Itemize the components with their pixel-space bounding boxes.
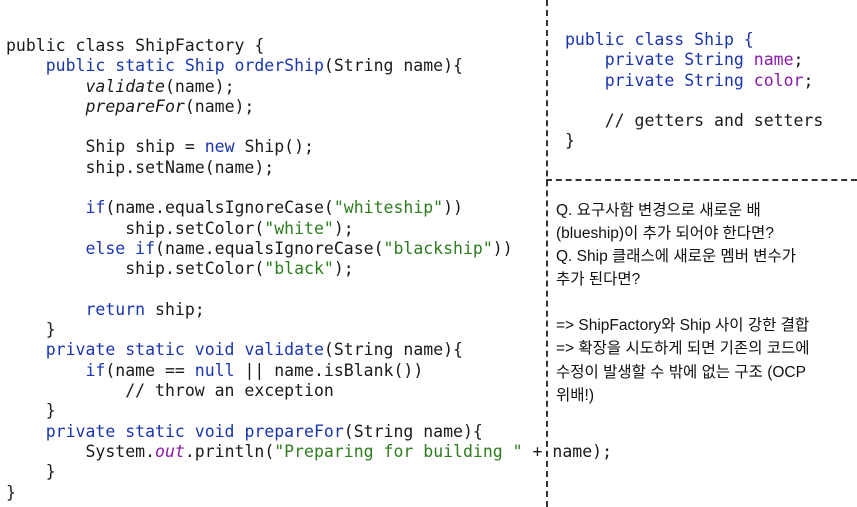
if-whiteship-mid: (name.equalsIgnoreCase( <box>105 198 334 218</box>
field-name-prefix: private String <box>604 50 754 70</box>
throw-comment: // throw an exception <box>125 381 334 401</box>
order-ship-params: (String name){ <box>323 56 463 76</box>
answer: => ShipFactory와 Ship 사이 강한 결합 => 확장을 시도하… <box>556 314 856 407</box>
question-1: Q. 요구사함 변경으로 새로운 배 (blueship)이 추가 되어야 한다… <box>556 199 856 246</box>
blackship-string: "blackship" <box>383 238 493 258</box>
validate-call-name: validate <box>85 76 165 96</box>
if-keyword: if <box>85 198 106 218</box>
else-if-keyword: else if <box>85 238 156 258</box>
close-brace: } <box>45 401 56 421</box>
validate-call-args: (name); <box>164 76 235 96</box>
field-color-prefix: private String <box>604 70 754 90</box>
whiteship-string: "whiteship" <box>333 198 444 218</box>
return-rest: ship; <box>145 299 205 319</box>
field-name-end: ; <box>793 50 804 70</box>
else-if-end: )) <box>492 238 513 258</box>
return-keyword: return <box>85 299 146 319</box>
prepare-call-name: prepareFor <box>85 96 185 116</box>
ship-factory-code: public class ShipFactory { public static… <box>6 36 612 503</box>
ship-class-code: public class Ship { private String name;… <box>565 30 823 152</box>
validate-method-name: validate <box>244 340 324 360</box>
set-white-end: ); <box>333 218 354 238</box>
prepare-sig-prefix: private static void <box>45 421 245 441</box>
println-prefix: System. <box>85 441 156 461</box>
field-color: color <box>753 70 804 90</box>
prepare-method-name: prepareFor <box>244 421 344 441</box>
close-brace: } <box>45 320 56 340</box>
prepare-params: (String name){ <box>343 421 483 441</box>
if-null-mid: (name == <box>105 360 195 380</box>
else-if-mid: (name.equalsIgnoreCase( <box>155 238 384 258</box>
ship-new-prefix: Ship ship = <box>85 137 205 157</box>
getters-comment: // getters and setters <box>604 111 824 131</box>
set-name-line: ship.setName(name); <box>85 157 275 177</box>
set-black-prefix: ship.setColor( <box>125 259 265 279</box>
answer-line-4: 위배!) <box>556 386 594 404</box>
ship-new-suffix: Ship(); <box>234 137 314 157</box>
close-brace: } <box>45 462 56 482</box>
if-null-end: || name.isBlank()) <box>234 360 424 380</box>
validate-params: (String name){ <box>323 340 463 360</box>
println-mid: .println( <box>184 441 275 461</box>
null-keyword: null <box>194 360 235 380</box>
answer-line-1: => ShipFactory와 Ship 사이 강한 결합 <box>556 317 810 334</box>
question-2: Q. Ship 클래스에 새로운 멤버 변수가 추가 된다면? <box>556 245 856 292</box>
q1-line-1: Q. 요구사함 변경으로 새로운 배 <box>556 202 761 219</box>
if-null-keyword: if <box>85 360 106 380</box>
white-string: "white" <box>264 218 334 238</box>
println-end: + name); <box>522 441 613 461</box>
set-white-prefix: ship.setColor( <box>125 218 265 238</box>
prepare-call-args: (name); <box>184 96 255 116</box>
field-color-end: ; <box>803 70 814 90</box>
if-whiteship-end: )) <box>443 198 463 218</box>
q2-line-2: 추가 된다면? <box>556 271 641 289</box>
validate-sig-prefix: private static void <box>45 340 245 360</box>
out-field: out <box>155 441 185 461</box>
set-black-end: ); <box>333 259 354 279</box>
field-name: name <box>753 50 794 70</box>
close-brace: } <box>6 482 16 502</box>
ship-class-decl: public class Ship { <box>565 30 754 49</box>
answer-line-2: => 확장을 시도하게 되면 기존의 코드에 <box>556 340 810 358</box>
class-decl-line: public class ShipFactory { <box>6 36 265 55</box>
vertical-divider <box>546 0 548 507</box>
preparing-string: "Preparing for building " <box>274 441 523 461</box>
new-keyword: new <box>204 137 235 157</box>
q2-line-1: Q. Ship 클래스에 새로운 멤버 변수가 <box>556 248 797 265</box>
order-ship-sig-prefix: public static Ship <box>45 56 235 76</box>
black-string: "black" <box>264 259 334 279</box>
answer-line-3: 수정이 발생할 수 밖에 없는 구조 (OCP <box>556 363 806 381</box>
order-ship-method-name: orderShip <box>234 56 324 76</box>
q1-line-2: (blueship)이 추가 되어야 한다면? <box>556 225 774 243</box>
ship-close-brace: } <box>565 131 575 151</box>
horizontal-divider <box>546 179 857 181</box>
